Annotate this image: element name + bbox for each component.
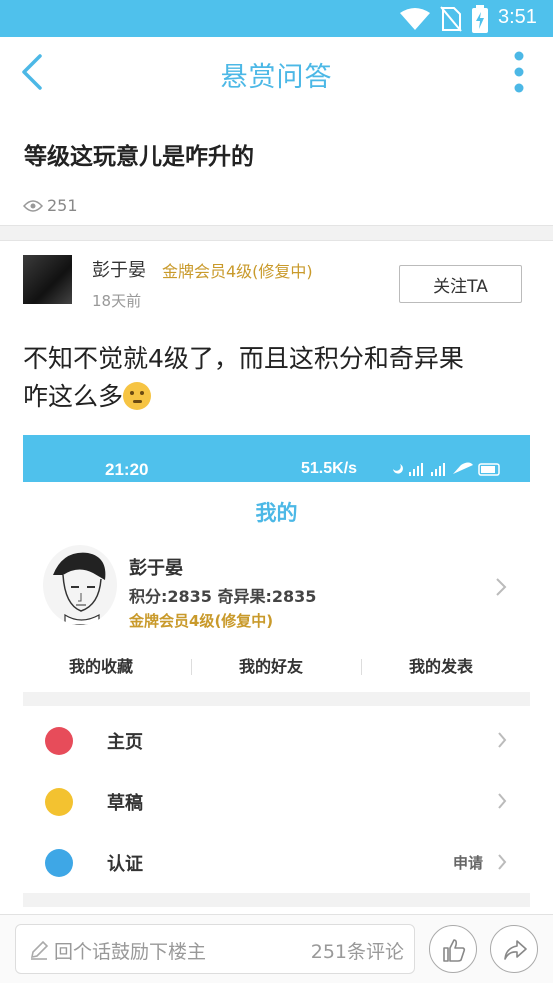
more-vertical-icon[interactable] — [508, 51, 530, 93]
question-title: 等级这玩意儿是咋升的 — [24, 144, 254, 170]
verified-v-icon — [45, 849, 73, 877]
pencil-icon — [30, 940, 49, 960]
share-button[interactable] — [490, 925, 538, 973]
post-time: 18天前 — [92, 292, 142, 310]
drafts-icon — [45, 788, 73, 816]
embedded-row-label: 认证 — [107, 854, 143, 875]
tab-separator — [361, 659, 362, 675]
embedded-heading: 我的 — [255, 501, 298, 525]
tab-separator — [191, 659, 192, 675]
view-count-value: 251 — [47, 196, 78, 215]
home-icon — [45, 727, 73, 755]
embedded-tabs: 我的收藏 我的好友 我的发表 — [23, 653, 530, 683]
thinking-emoji-icon — [123, 382, 152, 410]
status-time: 3:51 — [498, 6, 537, 28]
like-button[interactable] — [429, 925, 477, 973]
embedded-tab-friends: 我的好友 — [239, 657, 304, 676]
bottom-bar: 回个话鼓励下楼主 251条评论 — [0, 914, 553, 983]
embedded-row-verify: 认证 申请 — [23, 845, 530, 885]
embedded-level: 金牌会员4级(修复中) — [129, 612, 274, 630]
embedded-points: 积分:2835 奇异果:2835 — [129, 587, 317, 606]
embedded-row-label: 主页 — [107, 732, 143, 753]
embedded-gap — [23, 893, 530, 907]
post-text-line2-wrap: 咋这么多 — [23, 378, 533, 416]
embedded-tab-posts: 我的发表 — [409, 657, 474, 676]
battery-charging-icon — [472, 5, 488, 33]
embedded-row-label: 草稿 — [107, 793, 143, 814]
chevron-right-icon — [498, 793, 507, 809]
follow-button[interactable]: 关注TA — [399, 265, 522, 303]
chevron-right-icon — [498, 854, 507, 870]
author-avatar[interactable] — [23, 255, 72, 304]
post-body: 不知不觉就4级了，而且这积分和奇异果 咋这么多 — [23, 340, 533, 416]
embedded-user-name: 彭于晏 — [129, 558, 183, 579]
chevron-right-icon — [496, 578, 507, 596]
thumbs-up-icon — [443, 939, 466, 962]
embedded-row-home: 主页 — [23, 723, 530, 763]
embedded-tab-favorites: 我的收藏 — [69, 657, 134, 676]
eye-icon — [23, 199, 43, 212]
author-level-badge: 金牌会员4级(修复中) — [162, 262, 313, 281]
embedded-avatar — [43, 545, 117, 625]
author-name[interactable]: 彭于晏 — [92, 256, 146, 282]
post-text-line2: 咋这么多 — [23, 382, 124, 411]
comment-count[interactable]: 251条评论 — [311, 937, 404, 964]
chevron-right-icon — [498, 732, 507, 748]
embedded-row-drafts: 草稿 — [23, 784, 530, 824]
no-sim-icon — [440, 6, 462, 32]
comment-placeholder: 回个话鼓励下楼主 — [54, 941, 207, 963]
comment-input[interactable]: 回个话鼓励下楼主 251条评论 — [15, 924, 415, 974]
post-text-line1: 不知不觉就4级了，而且这积分和奇异果 — [23, 344, 464, 373]
view-count: 251 — [23, 196, 78, 215]
embedded-network-speed: 51.5K/s — [301, 460, 358, 477]
post-image[interactable]: 21:20 51.5K/s 我的 彭于晏 积分:2835 奇异果:2835 金牌… — [23, 435, 530, 913]
embedded-status-icons — [393, 462, 500, 476]
embedded-gap — [23, 692, 530, 706]
nav-bar: 悬赏问答 — [0, 37, 553, 107]
embedded-row-right: 申请 — [453, 854, 484, 872]
page-title: 悬赏问答 — [220, 62, 333, 93]
section-divider — [0, 225, 553, 241]
embedded-time: 21:20 — [105, 460, 149, 479]
wifi-icon — [400, 8, 430, 30]
sketch-portrait-icon — [53, 552, 106, 625]
share-arrow-icon — [504, 940, 527, 960]
status-bar: 3:51 — [0, 0, 553, 37]
